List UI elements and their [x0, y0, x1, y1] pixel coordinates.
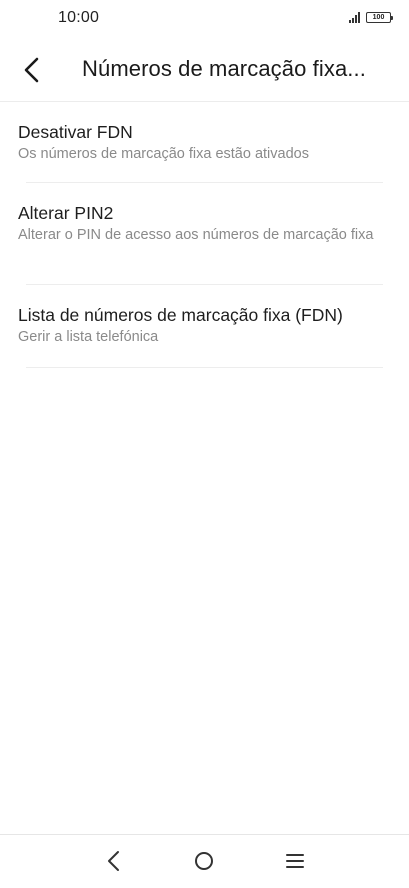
app-header: Números de marcação fixa...	[0, 38, 409, 102]
chevron-left-icon	[24, 57, 39, 83]
nav-menu-button[interactable]	[281, 847, 309, 875]
nav-home-button[interactable]	[190, 847, 218, 875]
back-button[interactable]	[14, 52, 50, 88]
setting-subtitle: Gerir a lista telefónica	[18, 329, 159, 345]
divider	[26, 367, 383, 368]
menu-icon	[286, 854, 304, 868]
settings-list: Desativar FDN Os números de marcação fix…	[0, 102, 409, 368]
setting-subtitle: Os números de marcação fixa estão ativad…	[18, 146, 309, 162]
status-time: 10:00	[58, 9, 100, 26]
signal-icon	[349, 11, 360, 23]
navigation-bar	[0, 834, 409, 888]
battery-level: 100	[372, 13, 385, 21]
status-icons: 100	[349, 11, 393, 23]
setting-fdn-list[interactable]: Lista de números de marcação fixa (FDN) …	[0, 285, 409, 368]
battery-icon: 100	[366, 11, 393, 23]
setting-title: Desativar FDN	[18, 122, 133, 142]
back-icon	[108, 851, 119, 871]
status-bar: 10:00 100	[0, 0, 409, 38]
setting-title: Alterar PIN2	[18, 203, 114, 223]
setting-disable-fdn[interactable]: Desativar FDN Os números de marcação fix…	[0, 102, 409, 183]
setting-subtitle: Alterar o PIN de acesso aos números de m…	[18, 227, 374, 243]
page-title: Números de marcação fixa...	[82, 56, 366, 81]
nav-back-button[interactable]	[100, 847, 128, 875]
home-icon	[195, 852, 213, 870]
setting-change-pin2[interactable]: Alterar PIN2 Alterar o PIN de acesso aos…	[0, 183, 409, 285]
setting-title: Lista de números de marcação fixa (FDN)	[18, 305, 343, 325]
